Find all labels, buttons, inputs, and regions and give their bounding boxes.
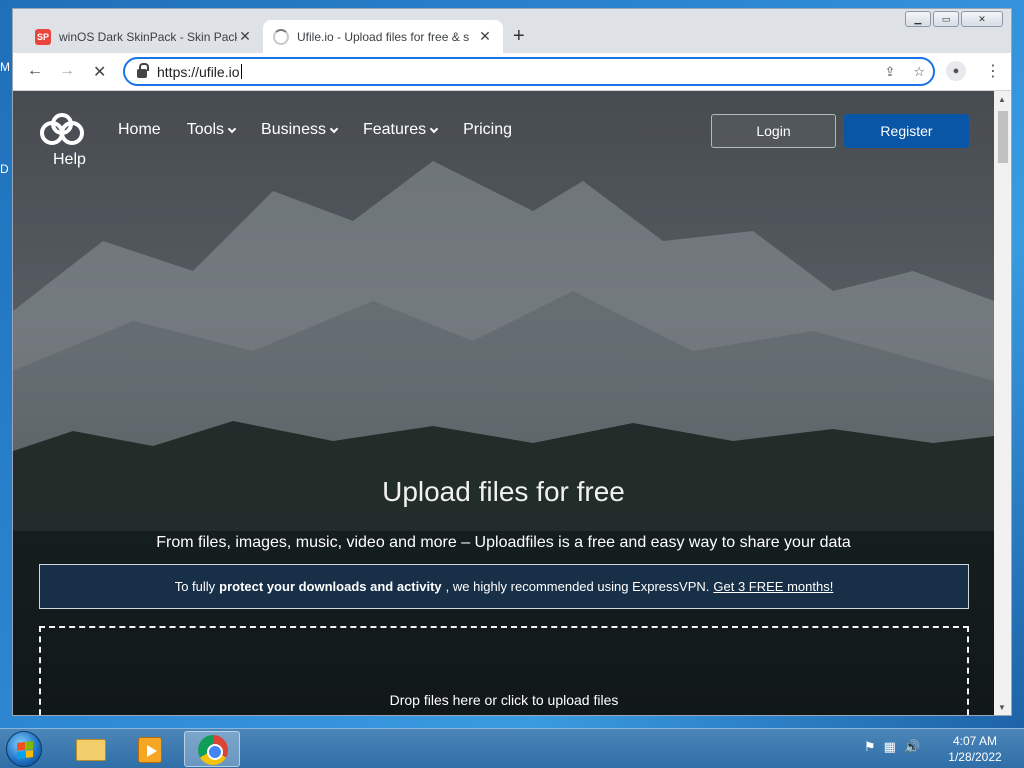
chevron-down-icon [227, 124, 237, 133]
page-scrollbar[interactable]: ▲ ▼ [994, 91, 1011, 715]
browser-toolbar: ← → ✕ https://ufile.io ⇪ ☆ ● ⋮ [13, 53, 1011, 91]
web-page: Help Home Tools Business Features Pricin… [13, 91, 994, 715]
nav-label: Home [118, 121, 161, 138]
text-caret [240, 64, 242, 79]
vpn-bold: protect your downloads and activity [219, 579, 442, 594]
close-tab-icon[interactable]: ✕ [477, 28, 493, 45]
folder-icon [76, 739, 106, 761]
menu-kebab-icon[interactable]: ⋮ [985, 61, 1001, 81]
clock-time: 4:07 AM [952, 734, 998, 748]
tab-title: Ufile.io - Upload files for free & s [297, 29, 470, 44]
close-tab-icon[interactable]: ✕ [237, 28, 253, 45]
window-controls: ▁ ▭ ✕ [905, 11, 1003, 27]
share-icon[interactable]: ⇪ [884, 64, 895, 80]
tab-title: winOS Dark SkinPack - Skin Pack [59, 29, 237, 44]
network-icon[interactable]: ▦ [884, 739, 896, 755]
windows-logo-icon [17, 741, 33, 759]
loading-spinner-icon [273, 28, 289, 45]
maximize-icon[interactable]: ▭ [933, 11, 959, 27]
volume-icon[interactable]: 🔊 [904, 739, 920, 755]
address-bar[interactable]: https://ufile.io ⇪ ☆ [123, 57, 935, 86]
dropzone-text: Drop files here or click to upload files [389, 692, 619, 708]
media-player-icon [138, 737, 162, 763]
taskbar-clock[interactable]: 4:07 AM 1/28/2022 [942, 733, 1008, 765]
system-tray: ⚑ ▦ 🔊 [864, 739, 920, 755]
profile-avatar-icon[interactable]: ● [946, 61, 966, 81]
chevron-down-icon [329, 124, 339, 133]
chevron-down-icon [429, 124, 439, 133]
url-text[interactable]: https://ufile.io [157, 64, 240, 80]
taskbar-media-player[interactable] [122, 731, 178, 767]
minimize-icon[interactable]: ▁ [905, 11, 931, 27]
skinpack-favicon-icon: SP [35, 28, 51, 45]
nav-home[interactable]: Home [118, 121, 161, 139]
close-window-icon[interactable]: ✕ [961, 11, 1003, 27]
nav-label: Features [362, 121, 427, 138]
help-link[interactable]: Help [53, 151, 86, 169]
nav-pricing[interactable]: Pricing [463, 121, 512, 139]
upload-dropzone[interactable]: Drop files here or click to upload files [39, 626, 969, 715]
nav-business[interactable]: Business [261, 121, 339, 139]
main-nav: Home Tools Business Features Pricing [118, 121, 512, 139]
tab-skinpack[interactable]: SP winOS Dark SkinPack - Skin Pack ✕ [25, 20, 263, 53]
vpn-offer-link[interactable]: Get 3 FREE months! [713, 579, 833, 594]
tab-strip: SP winOS Dark SkinPack - Skin Pack ✕ Ufi… [13, 9, 1011, 53]
taskbar-chrome[interactable] [184, 731, 240, 767]
clock-date: 1/28/2022 [948, 750, 1002, 764]
nav-label: Pricing [463, 121, 513, 138]
nav-features[interactable]: Features [362, 121, 439, 139]
hero-subtitle: From files, images, music, video and mor… [156, 534, 851, 551]
mountain-background [13, 161, 994, 531]
desktop-label-m: M [0, 60, 10, 74]
browser-window: SP winOS Dark SkinPack - Skin Pack ✕ Ufi… [12, 8, 1012, 716]
nav-tools[interactable]: Tools [186, 121, 237, 139]
scroll-thumb[interactable] [998, 111, 1008, 163]
new-tab-icon[interactable]: + [513, 25, 525, 48]
login-button[interactable]: Login [711, 114, 836, 148]
scroll-down-icon[interactable]: ▼ [998, 703, 1006, 712]
lock-icon [137, 63, 149, 78]
vpn-middle: , we highly recommended using ExpressVPN… [445, 579, 710, 594]
forward-arrow-icon[interactable]: → [59, 62, 75, 80]
taskbar-explorer[interactable] [62, 731, 118, 767]
register-button[interactable]: Register [844, 114, 969, 148]
nav-label: Business [261, 121, 326, 138]
vpn-prefix: To fully [174, 579, 216, 594]
nav-label: Tools [186, 121, 225, 138]
start-button[interactable] [6, 731, 42, 767]
scroll-up-icon[interactable]: ▲ [998, 95, 1006, 104]
stop-loading-icon[interactable]: ✕ [93, 62, 106, 82]
tab-ufile[interactable]: Ufile.io - Upload files for free & s ✕ [263, 20, 503, 53]
action-center-flag-icon[interactable]: ⚑ [864, 739, 876, 755]
desktop-label-d: D [0, 162, 9, 176]
chrome-icon [198, 735, 228, 765]
vpn-banner: To fully protect your downloads and acti… [39, 564, 969, 609]
back-arrow-icon[interactable]: ← [27, 62, 43, 80]
hero-title: Upload files for free [382, 476, 625, 507]
taskbar: ⚑ ▦ 🔊 4:07 AM 1/28/2022 [0, 728, 1024, 768]
bookmark-star-icon[interactable]: ☆ [913, 64, 925, 80]
ufile-logo-icon[interactable] [38, 113, 86, 147]
